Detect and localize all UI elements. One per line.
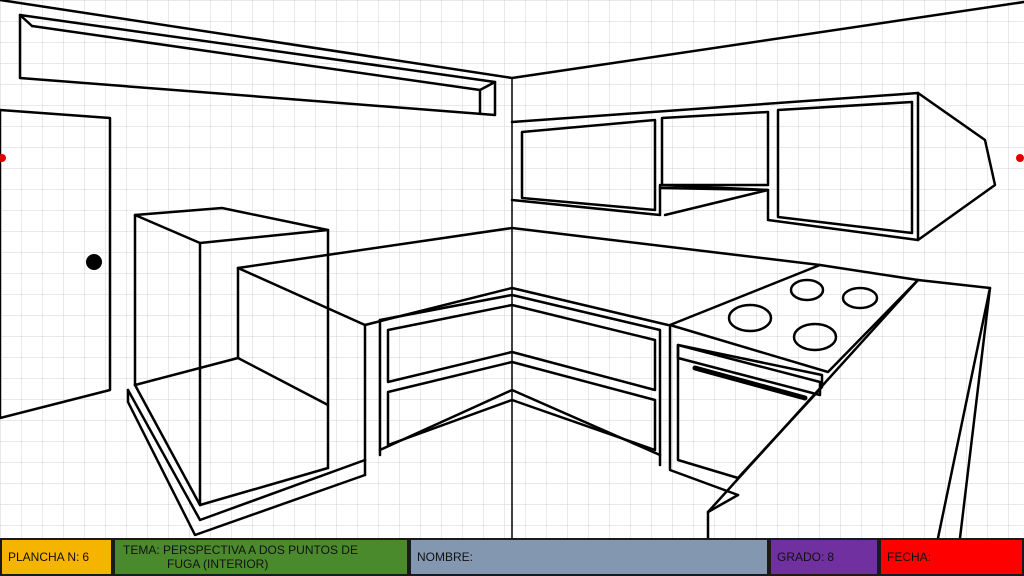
nombre-label: NOMBRE:: [417, 550, 474, 564]
vanishing-point-right: [1016, 154, 1024, 162]
plancha-label: PLANCHA N:: [8, 550, 80, 564]
grado-value: 8: [827, 550, 835, 564]
plancha-value: 6: [82, 550, 90, 564]
nombre-cell: NOMBRE:: [409, 538, 769, 576]
tema-line-1: TEMA: PERSPECTIVA A DOS PUNTOS DE: [123, 543, 358, 557]
drawing-sheet: PLANCHA N: 6 TEMA: PERSPECTIVA A DOS PUN…: [0, 0, 1024, 576]
plancha-cell: PLANCHA N: 6: [0, 538, 113, 576]
fecha-label: FECHA:: [887, 550, 932, 564]
perspective-drawing: [0, 0, 1024, 538]
title-block: PLANCHA N: 6 TEMA: PERSPECTIVA A DOS PUN…: [0, 538, 1024, 576]
fecha-cell: FECHA:: [879, 538, 1024, 576]
door-knob: [86, 254, 102, 270]
grado-label: GRADO:: [777, 550, 825, 564]
grado-cell: GRADO: 8: [769, 538, 879, 576]
tema-cell: TEMA: PERSPECTIVA A DOS PUNTOS DE FUGA (…: [113, 538, 409, 576]
tema-line-2: FUGA (INTERIOR): [167, 557, 269, 571]
